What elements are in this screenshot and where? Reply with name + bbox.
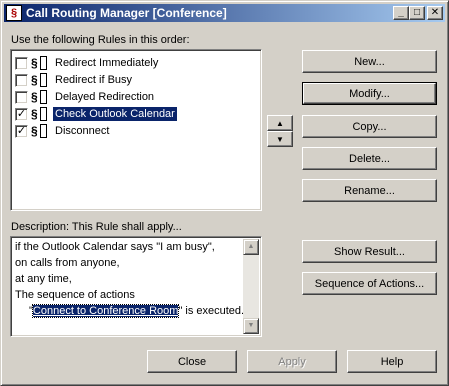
close-window-button[interactable]: ✕ <box>427 6 443 20</box>
rule-calendar-icon: § <box>31 106 49 122</box>
move-up-button[interactable]: ▲ <box>267 115 293 131</box>
description-line: if the Outlook Calendar says "I am busy"… <box>15 241 215 253</box>
title-bar[interactable]: § Call Routing Manager [Conference] _ □ … <box>4 4 445 22</box>
rule-checkbox[interactable] <box>15 74 28 87</box>
delete-rule-button[interactable]: Delete... <box>302 147 437 170</box>
rule-phone-icon: § <box>31 72 49 88</box>
move-down-button[interactable]: ▼ <box>267 131 293 147</box>
description-scrollbar[interactable]: ▲ ▼ <box>243 239 259 334</box>
sequence-of-actions-button[interactable]: Sequence of Actions... <box>302 272 437 295</box>
rule-phone-icon: § <box>31 89 49 105</box>
close-button[interactable]: Close <box>147 350 237 373</box>
modify-rule-button[interactable]: Modify... <box>302 82 437 105</box>
action-link[interactable]: Connect to Conference Room <box>31 304 180 318</box>
action-suffix: " is executed. <box>178 305 245 317</box>
app-icon: § <box>6 5 22 21</box>
rename-rule-button[interactable]: Rename... <box>302 179 437 202</box>
rule-label: Disconnect <box>55 125 110 137</box>
rules-list-label: Use the following Rules in this order: <box>11 34 190 46</box>
rule-checkbox[interactable] <box>15 57 28 70</box>
rule-label: Delayed Redirection <box>55 91 155 103</box>
new-rule-button[interactable]: New... <box>302 50 437 73</box>
rule-checkbox[interactable]: ✓ <box>15 108 28 121</box>
rule-phone-icon: § <box>31 55 49 71</box>
rule-checkbox[interactable] <box>15 91 28 104</box>
help-button[interactable]: Help <box>347 350 437 373</box>
description-label: Description: This Rule shall apply... <box>11 221 182 233</box>
description-box: if the Outlook Calendar says "I am busy"… <box>10 236 262 337</box>
minimize-button[interactable]: _ <box>393 6 409 20</box>
apply-button[interactable]: Apply <box>247 350 337 373</box>
window-title: Call Routing Manager [Conference] <box>26 6 227 20</box>
scroll-up-arrow-icon[interactable]: ▲ <box>243 239 259 255</box>
description-line: at any time, <box>15 273 72 285</box>
call-routing-manager-window: § Call Routing Manager [Conference] _ □ … <box>0 0 449 386</box>
rule-checkbox[interactable]: ✓ <box>15 125 28 138</box>
rule-label: Redirect if Busy <box>55 74 133 86</box>
rule-label-selected: Check Outlook Calendar <box>53 107 177 121</box>
maximize-button[interactable]: □ <box>409 6 425 20</box>
scroll-down-arrow-icon[interactable]: ▼ <box>243 318 259 334</box>
rule-hangup-icon: § <box>31 123 49 139</box>
show-result-button[interactable]: Show Result... <box>302 240 437 263</box>
description-line: on calls from anyone, <box>15 257 120 269</box>
copy-rule-button[interactable]: Copy... <box>302 115 437 138</box>
rules-list[interactable]: § Redirect Immediately § Redirect if Bus… <box>10 49 262 211</box>
description-action-line: "Connect to Conference Room" is executed… <box>29 304 244 319</box>
rule-label: Redirect Immediately <box>55 57 159 69</box>
description-line: The sequence of actions <box>15 289 135 301</box>
